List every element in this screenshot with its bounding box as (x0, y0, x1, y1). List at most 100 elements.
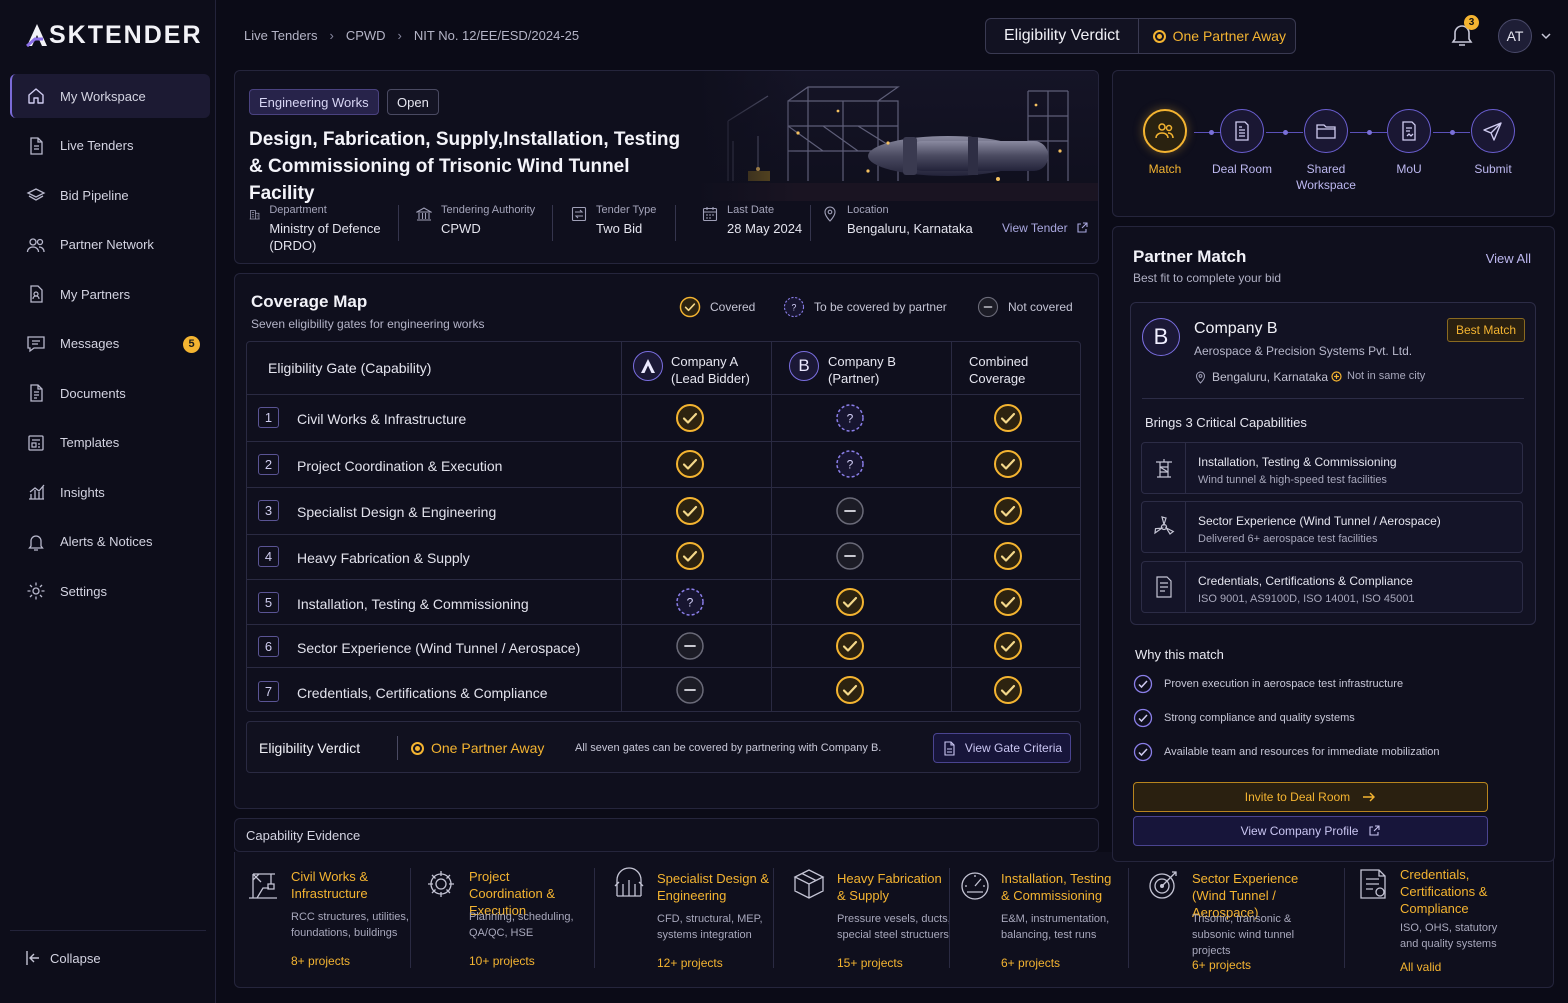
combined-status-icon (993, 675, 1023, 705)
table-row[interactable]: 6 Sector Experience (Wind Tunnel / Aeros… (247, 624, 1080, 667)
breadcrumb-item[interactable]: CPWD (346, 28, 386, 43)
reason-item: Available team and resources for immedia… (1133, 742, 1440, 762)
meta-location: Location Bengaluru, Karnataka (822, 204, 973, 237)
sidebar-item-label: Bid Pipeline (60, 187, 129, 203)
pin-icon (1195, 371, 1206, 384)
header-company-a-role: (Lead Bidder) (671, 371, 750, 386)
step-match[interactable]: Match (1122, 109, 1208, 177)
table-row[interactable]: 7 Credentials, Certifications & Complian… (247, 667, 1080, 711)
brand-logo[interactable]: SKTENDER (26, 20, 203, 50)
check-circle-icon (1133, 742, 1153, 762)
folder-icon (1316, 124, 1336, 139)
sidebar-item-label: Alerts & Notices (60, 534, 153, 549)
table-row[interactable]: 3 Specialist Design & Engineering (247, 487, 1080, 534)
legend-label: To be covered by partner (814, 300, 947, 314)
view-gate-criteria-button[interactable]: View Gate Criteria (933, 733, 1071, 763)
pin-icon (824, 206, 836, 222)
city-note: Not in same city (1331, 370, 1425, 382)
collapse-button[interactable]: Collapse (10, 930, 206, 967)
header-verdict-pill[interactable]: Eligibility Verdict One Partner Away (985, 18, 1296, 54)
gate-name: Credentials, Certifications & Compliance (297, 685, 548, 701)
view-all-link[interactable]: View All (1486, 251, 1531, 266)
partner-location-text: Bengaluru, Karnataka (1212, 370, 1329, 384)
sidebar-item-bid-pipeline[interactable]: Bid Pipeline (10, 173, 210, 217)
partner-doc-icon (30, 285, 43, 303)
combined-status-icon (993, 541, 1023, 571)
sidebar-item-label: Settings (60, 583, 107, 599)
sidebar-item-alerts[interactable]: Alerts & Notices (10, 520, 210, 564)
step-label: MoU (1396, 162, 1422, 176)
meta-value: 28 May 2024 (727, 221, 803, 236)
send-icon (1483, 122, 1502, 141)
breadcrumb-item[interactable]: Live Tenders (244, 28, 317, 43)
partner-profile-card: B Company B Aerospace & Precision System… (1130, 302, 1536, 625)
legend-partner: To be covered by partner (783, 296, 947, 318)
invite-to-deal-room-button[interactable]: Invite to Deal Room (1133, 782, 1488, 812)
meta-last-date: Last Date 28 May 2024 (702, 204, 802, 237)
company-b-status-icon (835, 449, 865, 479)
sidebar-item-label: My Partners (60, 286, 131, 302)
view-tender-link[interactable]: View Tender (1002, 221, 1088, 235)
table-row[interactable]: 2 Project Coordination & Execution (247, 441, 1080, 487)
meta-tender-type: Tender Type Two Bid (571, 204, 656, 237)
city-note-text: Not in same city (1347, 370, 1426, 382)
step-submit[interactable]: Submit (1450, 109, 1536, 177)
gauge-icon (961, 872, 989, 900)
verdict-value-text: One Partner Away (431, 740, 545, 756)
sidebar-item-templates[interactable]: Templates (10, 421, 210, 465)
sidebar-item-settings[interactable]: Settings (10, 569, 210, 613)
verdict-value: One Partner Away (411, 740, 544, 756)
sidebar-item-label: Documents (60, 385, 126, 401)
app-root: SKTENDER My Workspace Live Tenders Bid P… (0, 0, 1568, 1003)
evidence-description: E&M, instrumentation, balancing, test ru… (1001, 913, 1110, 941)
evidence-description: Trisonic, transonic & subsonic wind tunn… (1192, 913, 1295, 957)
chevron-right-icon: › (329, 28, 334, 43)
meta-key: Last Date (727, 204, 775, 216)
table-row[interactable]: 5 Installation, Testing & Commissioning (247, 579, 1080, 624)
verdict-label: Eligibility Verdict (259, 740, 361, 756)
sidebar-item-partner-network[interactable]: Partner Network (10, 223, 210, 267)
table-row[interactable]: 1 Civil Works & Infrastructure (247, 394, 1080, 441)
arrow-right-icon (1363, 792, 1376, 802)
brand-name: SKTENDER (49, 20, 203, 49)
step-shared-workspace[interactable]: Shared Workspace (1283, 109, 1369, 193)
view-company-profile-button[interactable]: View Company Profile (1133, 816, 1488, 846)
calendar-icon (702, 207, 718, 222)
sidebar-item-live-tenders[interactable]: Live Tenders (10, 124, 210, 168)
capability-item[interactable]: Sector Experience (Wind Tunnel / Aerospa… (1141, 501, 1523, 553)
step-circle (1143, 109, 1187, 153)
chevron-down-icon[interactable] (1540, 30, 1552, 42)
step-deal-room[interactable]: Deal Room (1199, 109, 1285, 177)
sidebar-item-my-workspace[interactable]: My Workspace (10, 74, 210, 118)
verdict-description: All seven gates can be covered by partne… (575, 742, 882, 754)
reason-item: Strong compliance and quality systems (1133, 708, 1355, 728)
building-doc-icon (1235, 121, 1249, 141)
capability-item[interactable]: Installation, Testing & Commissioning Wi… (1141, 442, 1523, 494)
step-mou[interactable]: MoU (1366, 109, 1452, 177)
evidence-description: Planning, scheduling, QA/QC, HSE (469, 911, 574, 939)
section-title: Capability Evidence (246, 827, 361, 843)
evidence-divider (1128, 868, 1129, 968)
sidebar-item-insights[interactable]: Insights (10, 470, 210, 514)
evidence-count: 10+ projects (469, 954, 535, 968)
capability-item[interactable]: Credentials, Certifications & Compliance… (1141, 561, 1523, 613)
warning-dot-icon (1331, 370, 1342, 382)
combined-status-icon (993, 587, 1023, 617)
meta-divider (810, 205, 811, 241)
status-dot-icon (411, 741, 424, 755)
sidebar-item-messages[interactable]: Messages 5 (10, 322, 210, 366)
sidebar-item-documents[interactable]: Documents (10, 371, 210, 415)
external-link-icon (1077, 222, 1088, 233)
coverage-map-card: Coverage Map Seven eligibility gates for… (234, 273, 1099, 809)
evidence-divider (949, 868, 950, 968)
collapse-icon (26, 951, 39, 965)
avatar[interactable]: AT (1498, 19, 1532, 53)
step-circle (1387, 109, 1431, 153)
status-dot-icon (1152, 29, 1166, 43)
table-row[interactable]: 4 Heavy Fabrication & Supply (247, 534, 1080, 579)
button-label: View Company Profile (1240, 824, 1359, 838)
chart-icon (29, 484, 45, 500)
sidebar-item-my-partners[interactable]: My Partners (10, 272, 210, 316)
evidence-count: 15+ projects (837, 956, 903, 970)
tag-category: Engineering Works (249, 89, 379, 115)
